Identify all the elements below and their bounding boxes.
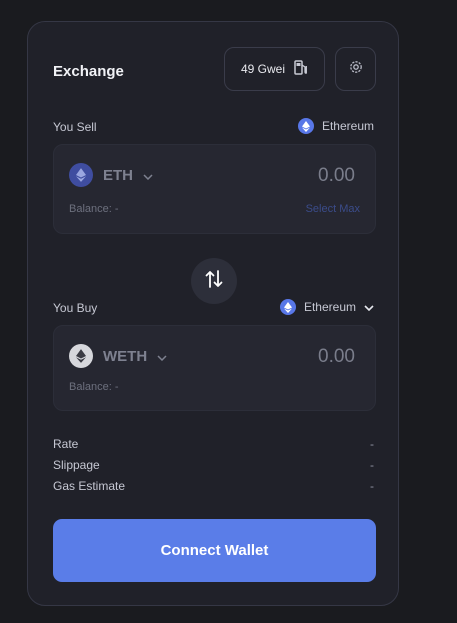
buy-token-label: WETH bbox=[103, 347, 148, 365]
sell-label: You Sell bbox=[53, 120, 97, 134]
buy-panel: WETH 0.00 Balance: - bbox=[53, 325, 376, 411]
buy-network-label: Ethereum bbox=[303, 300, 356, 314]
connect-wallet-button[interactable]: Connect Wallet bbox=[53, 519, 376, 582]
sell-token-label: ETH bbox=[103, 166, 133, 184]
sell-network-label: Ethereum bbox=[321, 119, 374, 133]
buy-token-selector[interactable]: WETH bbox=[69, 344, 167, 368]
select-max-button[interactable]: Select Max bbox=[306, 203, 360, 215]
chevron-down-icon bbox=[157, 348, 167, 365]
buy-label: You Buy bbox=[53, 301, 98, 315]
swap-arrows-icon bbox=[205, 269, 223, 294]
weth-token-icon bbox=[69, 344, 93, 368]
exchange-card: Exchange 49 Gwei You Sell Ethereum ETH 0… bbox=[27, 21, 399, 606]
gas-estimate-value: - bbox=[370, 479, 374, 493]
rate-label: Rate bbox=[53, 437, 79, 451]
page-title: Exchange bbox=[53, 63, 124, 80]
swap-direction-button[interactable] bbox=[191, 258, 237, 304]
rate-value: - bbox=[370, 437, 374, 451]
ethereum-icon bbox=[297, 118, 314, 134]
chevron-down-icon bbox=[143, 167, 153, 184]
sell-token-selector[interactable]: ETH bbox=[69, 163, 153, 187]
slippage-label: Slippage bbox=[53, 458, 100, 472]
gas-price-label: 49 Gwei bbox=[240, 62, 286, 76]
sell-balance: Balance: - bbox=[69, 203, 119, 215]
ethereum-icon bbox=[279, 299, 296, 315]
settings-button[interactable] bbox=[335, 47, 376, 91]
slippage-value: - bbox=[370, 458, 374, 472]
sell-amount-input[interactable]: 0.00 bbox=[318, 165, 355, 187]
gas-estimate-label: Gas Estimate bbox=[53, 479, 126, 493]
sell-network-selector: Ethereum bbox=[297, 118, 374, 134]
gas-pump-icon bbox=[294, 60, 308, 78]
buy-amount-input[interactable]: 0.00 bbox=[318, 346, 355, 368]
chevron-down-icon bbox=[364, 300, 374, 314]
gear-icon bbox=[348, 59, 364, 80]
eth-token-icon bbox=[69, 163, 93, 187]
gas-price-button[interactable]: 49 Gwei bbox=[224, 47, 325, 91]
sell-panel: ETH 0.00 Balance: - Select Max bbox=[53, 144, 376, 234]
buy-balance: Balance: - bbox=[69, 381, 119, 393]
buy-network-selector[interactable]: Ethereum bbox=[279, 299, 374, 315]
